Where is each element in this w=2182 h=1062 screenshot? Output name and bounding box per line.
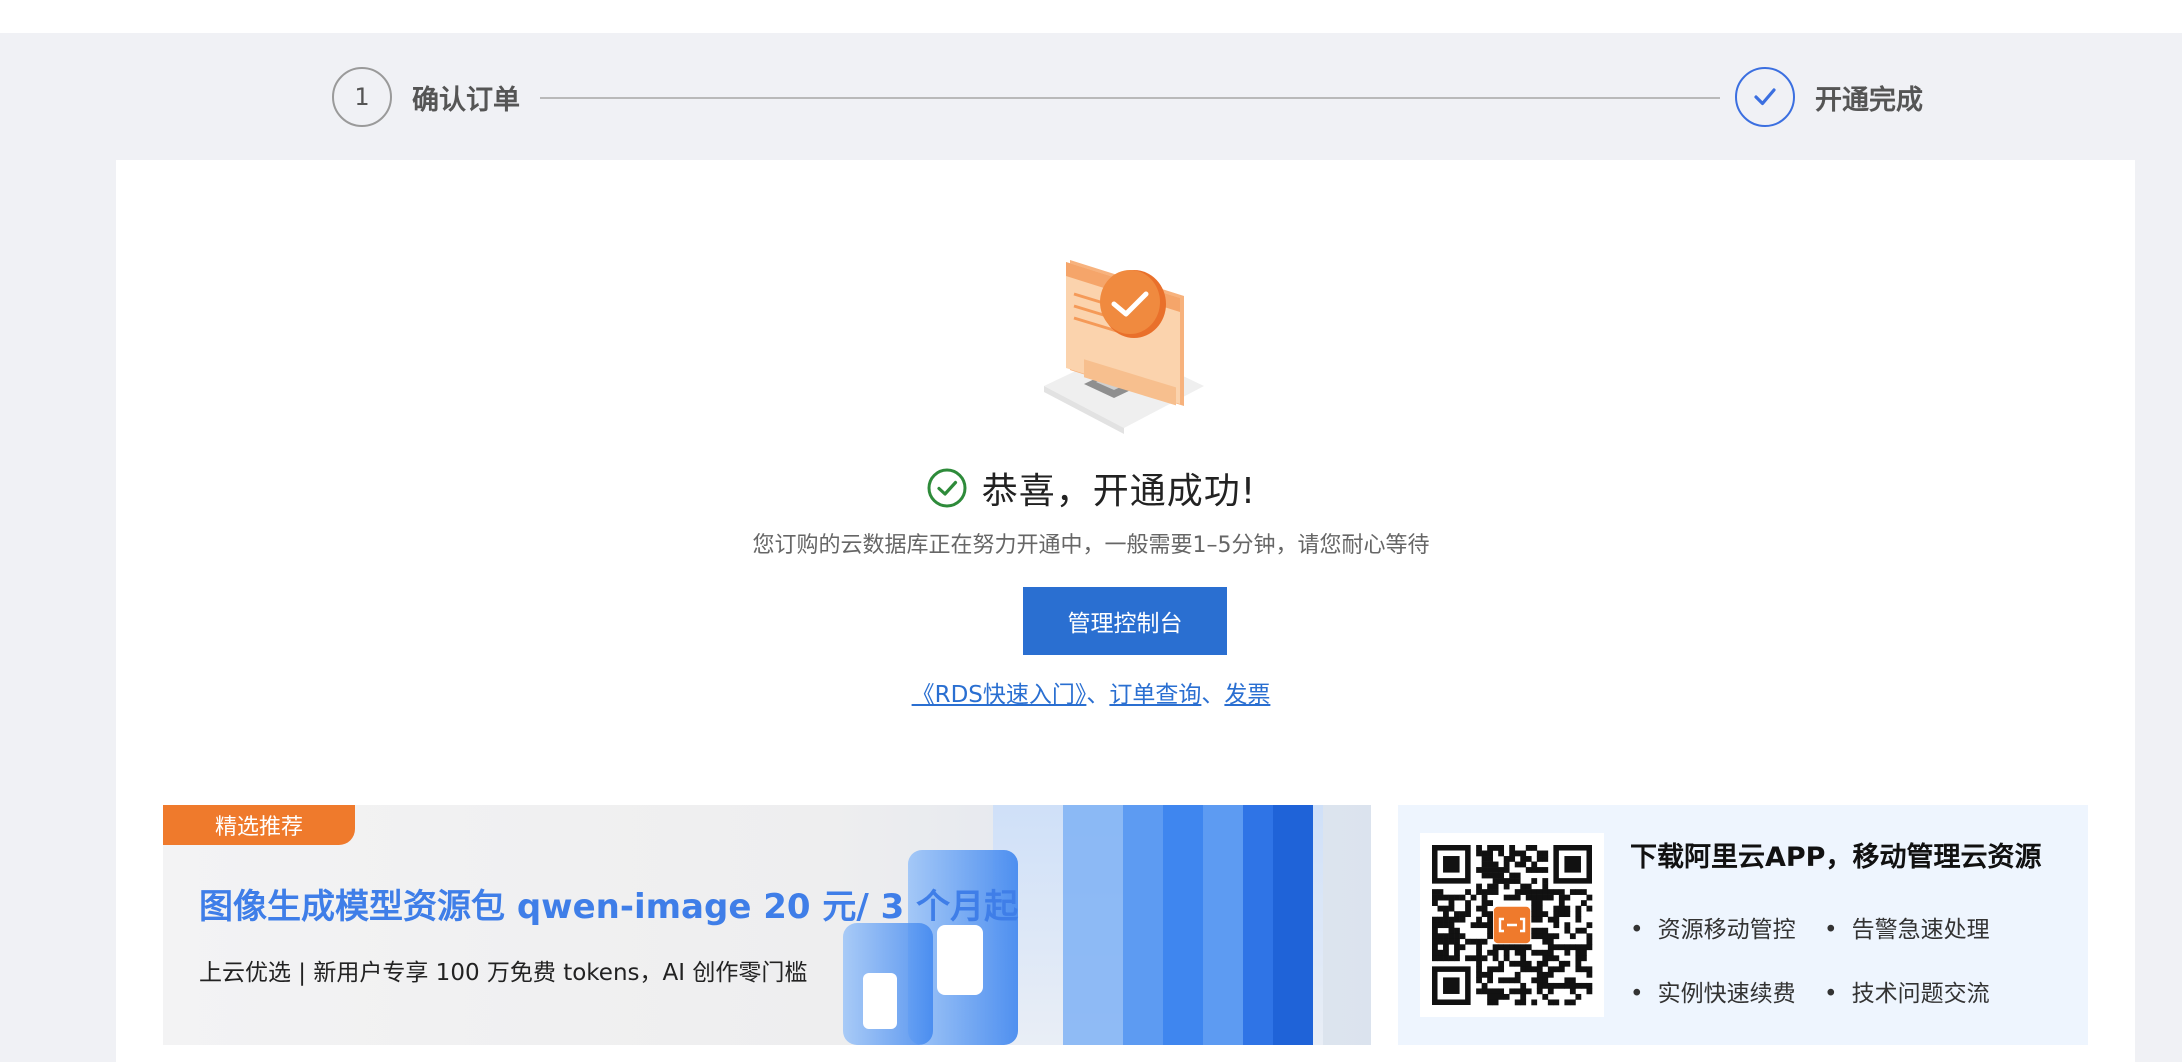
app-download-box: 下载阿里云APP，移动管理云资源 资源移动管控 告警急速处理 实例快速续费 技术… [1398,805,2088,1045]
monitor-success-illustration [1044,260,1204,434]
order-query-link[interactable]: 订单查询 [1109,682,1201,708]
step-1-number: 1 [354,83,370,111]
promo-subtitle: 上云优选 | 新用户专享 100 万免费 tokens，AI 创作零门槛 [199,960,808,986]
check-circle-icon [927,468,967,508]
check-icon [1754,88,1776,106]
feature-item: 资源移动管控 [1630,910,1796,944]
step-connector [540,97,1720,99]
promo-banner[interactable]: 精选推荐 图像生成模型资源包 qwen-image 20 元/ 3 个月起 上云… [163,805,1371,1045]
rds-quickstart-link[interactable]: 《RDS快速入门》 [912,682,1087,708]
feature-item: 技术问题交流 [1824,974,1990,1008]
step-1-circle: 1 [332,67,392,127]
success-row: 恭喜，开通成功! [0,462,2182,514]
step-2-label: 开通完成 [1815,85,1923,116]
feature-item: 告警急速处理 [1824,910,1990,944]
qr-code-icon [1420,833,1604,1017]
invoice-link[interactable]: 发票 [1224,682,1270,708]
promo-title: 图像生成模型资源包 qwen-image 20 元/ 3 个月起 [199,887,1019,927]
feature-item: 实例快速续费 [1630,974,1796,1008]
top-bar [0,0,2182,33]
help-links: 《RDS快速入门》、订单查询、发票 [0,675,2182,709]
app-download-title: 下载阿里云APP，移动管理云资源 [1630,842,2042,873]
step-2-circle [1735,67,1795,127]
link-separator: 、 [1086,682,1110,708]
link-separator: 、 [1201,682,1225,708]
success-title: 恭喜，开通成功! [981,471,1257,512]
manage-console-button[interactable]: 管理控制台 [1023,587,1227,655]
step-1-label: 确认订单 [412,85,520,116]
success-subtitle: 您订购的云数据库正在努力开通中，一般需要1–5分钟，请您耐心等待 [752,533,1430,558]
